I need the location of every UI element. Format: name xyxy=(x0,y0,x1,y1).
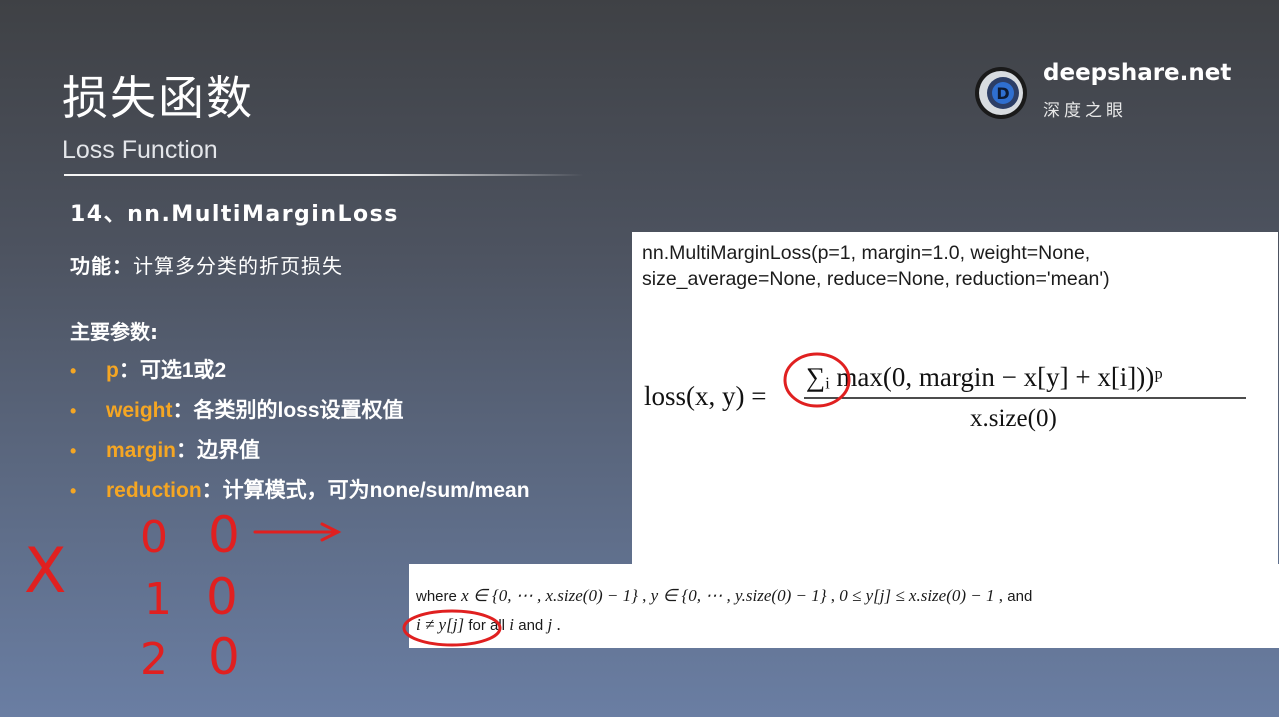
param-item-weight: • weight：各类别的loss设置权值 xyxy=(70,394,404,424)
title-divider xyxy=(64,174,584,176)
brand-name: deepshare.net xyxy=(1043,60,1232,86)
var-i: i xyxy=(509,615,514,634)
bullet-icon: • xyxy=(70,401,77,421)
and-word: and xyxy=(518,617,544,634)
index-2-annotation: 2 xyxy=(140,634,168,685)
target-range: 0 ≤ y[j] ≤ x.size(0) − 1 xyxy=(839,586,995,605)
logo-letter: D xyxy=(996,84,1009,103)
value-2-annotation: 0 xyxy=(208,628,240,686)
param-sep: ： xyxy=(172,399,194,422)
param-desc: 可选1或2 xyxy=(139,359,227,382)
param-name: p xyxy=(106,359,119,382)
eye-logo-icon: D xyxy=(975,67,1027,119)
var-j: j xyxy=(547,615,553,634)
param-desc: 计算模式，可为none/sum/mean xyxy=(222,479,530,502)
loss-formula: loss(x, y) = ∑ᵢ max(0, margin − x[y] + x… xyxy=(644,362,1246,432)
i-not-target: i ≠ y[j] xyxy=(416,615,465,634)
where-clause: where x ∈ {0, ⋯ , x.size(0) − 1} , y ∈ {… xyxy=(416,586,1033,634)
function-line: 功能：计算多分类的折页损失 xyxy=(70,250,343,279)
function-signature: nn.MultiMarginLoss(p=1, margin=1.0, weig… xyxy=(642,240,1272,292)
arrowhead-annotation xyxy=(320,522,342,542)
slide-title: 损失函数 xyxy=(62,71,254,125)
index-0-annotation: 0 xyxy=(140,512,168,563)
param-desc: 各类别的loss设置权值 xyxy=(193,399,404,422)
formula-lhs: loss(x, y) = xyxy=(644,381,766,411)
brand-chinese-name: 深度之眼 xyxy=(1043,101,1127,121)
x-label-annotation: X xyxy=(24,534,66,607)
section-heading: 14、nn.MultiMarginLoss xyxy=(70,202,399,227)
signature-line-2: size_average=None, reduce=None, reductio… xyxy=(642,268,1110,290)
function-label: 功能： xyxy=(70,254,133,278)
bullet-icon: • xyxy=(70,481,77,501)
x-domain: x ∈ {0, ⋯ , x.size(0) − 1} xyxy=(461,586,638,605)
and-word: and xyxy=(1007,588,1033,605)
param-desc: 边界值 xyxy=(197,439,261,462)
where-word: where xyxy=(416,588,457,605)
for-all-word: for all xyxy=(468,617,505,634)
param-name: weight xyxy=(106,399,173,422)
function-text: 计算多分类的折页损失 xyxy=(133,254,343,278)
param-sep: ： xyxy=(201,479,223,502)
params-heading: 主要参数: xyxy=(70,320,158,344)
slide-subtitle: Loss Function xyxy=(62,136,218,164)
param-sep: ： xyxy=(118,359,140,382)
value-0-annotation: 0 xyxy=(208,506,240,564)
formula-numerator: ∑ᵢ max(0, margin − x[y] + x[i]))ᵖ xyxy=(806,362,1163,392)
bullet-icon: • xyxy=(70,361,77,381)
param-name: margin xyxy=(106,439,177,462)
param-item-reduction: • reduction：计算模式，可为none/sum/mean xyxy=(70,474,530,504)
value-1-annotation: 0 xyxy=(206,568,238,626)
formula-denominator: x.size(0) xyxy=(970,405,1057,432)
param-item-margin: • margin：边界值 xyxy=(70,434,260,464)
index-1-annotation: 1 xyxy=(144,574,172,625)
signature-line-1: nn.MultiMarginLoss(p=1, margin=1.0, weig… xyxy=(642,242,1091,264)
param-name: reduction xyxy=(106,479,202,502)
y-domain: y ∈ {0, ⋯ , y.size(0) − 1} xyxy=(650,586,827,605)
param-item-p: • p：可选1或2 xyxy=(70,354,226,384)
param-sep: ： xyxy=(176,439,198,462)
bullet-icon: • xyxy=(70,441,77,461)
